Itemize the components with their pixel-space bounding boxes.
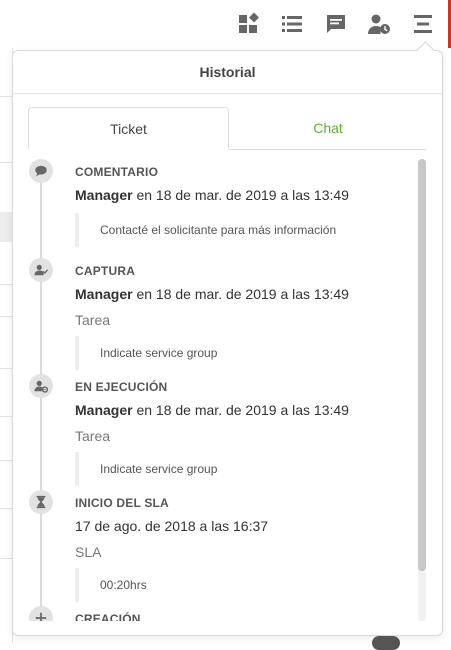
menu-icon[interactable] [411,12,435,36]
event-author: Manager [75,187,133,203]
user-gear-icon [29,374,53,398]
event-author: Manager [75,402,133,418]
event-meta: Manager en 18 de mar. de 2019 a las 13:4… [75,187,349,203]
user-check-icon [29,258,53,282]
tab-ticket[interactable]: Ticket [28,107,229,150]
top-toolbar [0,0,451,48]
history-tabs: Ticket Chat [28,107,426,150]
event-date: 17 de ago. de 2018 a las 16:37 [75,518,269,534]
popover-title: Historial [13,51,442,94]
event-type: CREACIÓN [75,612,141,621]
event-type: EN EJECUCIÓN [75,380,168,394]
event-subtitle: SLA [75,544,102,560]
scrollbar-thumb[interactable] [418,159,426,571]
event-note: Indicate service group [75,336,395,370]
event-meta: Manager en 18 de mar. de 2019 a las 13:4… [75,286,349,302]
list-icon[interactable] [280,12,304,36]
event-date: en 18 de mar. de 2019 a las 13:49 [136,187,349,203]
event-meta: Manager en 18 de mar. de 2019 a las 13:4… [75,402,349,418]
event-subtitle: Tarea [75,428,111,444]
event-note: Contacté el solicitante para más informa… [75,213,395,247]
widgets-icon[interactable] [237,12,261,36]
event-date: en 18 de mar. de 2019 a las 13:49 [136,286,349,302]
event-author: Manager [75,286,133,302]
comment-icon [29,159,53,183]
hourglass-icon [29,490,53,514]
timeline-scrollbar[interactable] [418,159,426,621]
event-date: en 18 de mar. de 2019 a las 13:49 [136,402,349,418]
event-note: 00:20hrs [75,568,395,602]
plus-icon [29,606,53,621]
event-type: INICIO DEL SLA [75,496,169,510]
history-timeline: COMENTARIO Manager en 18 de mar. de 2019… [27,159,419,621]
chat-icon[interactable] [324,12,348,36]
history-popover: Historial Ticket Chat COMENTARIO Manager… [12,41,443,636]
event-subtitle: Tarea [75,312,111,328]
background-badge [372,636,400,650]
event-note: Indicate service group [75,452,395,486]
tab-chat[interactable]: Chat [230,107,426,149]
user-clock-icon[interactable] [367,12,391,36]
event-type: COMENTARIO [75,165,159,179]
event-type: CAPTURA [75,264,136,278]
